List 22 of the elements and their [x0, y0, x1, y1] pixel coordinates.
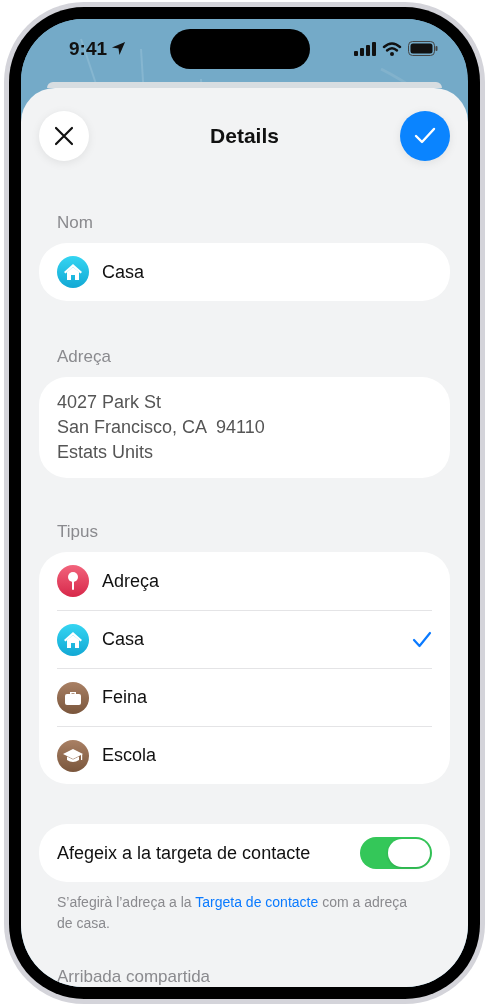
contact-note: S’afegirà l’adreça a la Targeta de contacte com a adreça de casa.: [56, 893, 408, 933]
name-field[interactable]: Casa: [39, 243, 450, 301]
name-value: Casa: [102, 261, 146, 283]
sheet-title: Details: [210, 124, 279, 148]
type-option[interactable]: Escola: [57, 726, 432, 784]
type-label: Adreça: [102, 570, 161, 592]
toggle-label: Afegeix a la targeta de contacte: [57, 842, 312, 864]
address-line: San Francisco, CA 94110: [57, 416, 266, 439]
address-line: Estats Units: [57, 441, 155, 464]
type-option[interactable]: Adreça: [57, 552, 432, 610]
section-label: Nom: [56, 213, 94, 233]
type-option[interactable]: Feina: [57, 668, 432, 726]
section-label: Tipus: [56, 522, 99, 542]
type-label: Casa: [102, 629, 146, 650]
section-label: Arribada compartida: [56, 967, 212, 987]
contact-card-link[interactable]: Targeta de contacte: [195, 894, 319, 910]
address-line: 4027 Park St: [57, 391, 163, 414]
status-time: 9:41: [69, 37, 108, 60]
type-label: Escola: [102, 745, 158, 766]
section-label: Adreça: [56, 347, 112, 367]
type-label: Feina: [102, 687, 149, 708]
type-option[interactable]: Casa: [57, 610, 432, 668]
